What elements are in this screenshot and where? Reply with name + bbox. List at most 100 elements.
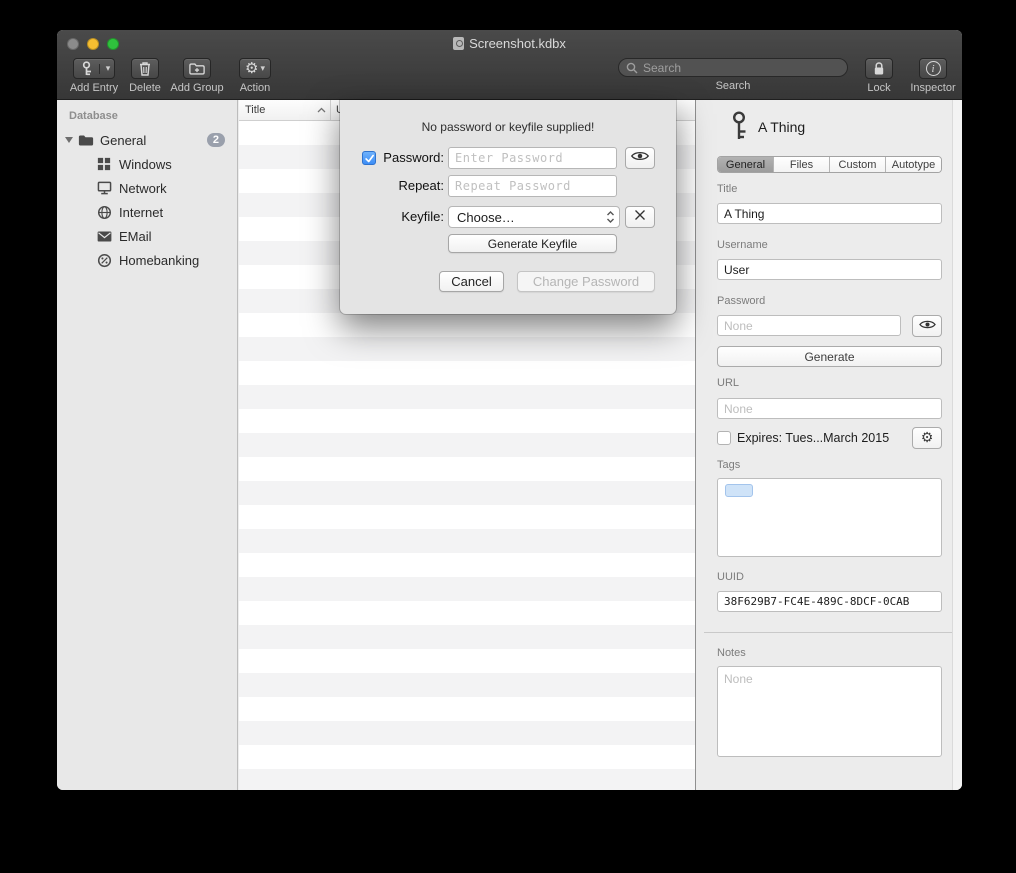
group-label: General <box>100 133 146 148</box>
toolbar-item-add-group: Add Group <box>167 58 227 94</box>
tab-general[interactable]: General <box>718 157 773 172</box>
inspector-label: Inspector <box>910 82 955 94</box>
eye-icon <box>631 149 649 167</box>
sidebar-item-network[interactable]: Network <box>57 176 237 200</box>
uuid-field-label: UUID <box>717 571 744 583</box>
add-entry-dropdown[interactable]: ▾ <box>99 64 115 74</box>
toolbar-item-action: ⚙ ▾ Action <box>231 58 279 94</box>
cancel-button[interactable]: Cancel <box>439 271 504 292</box>
tags-box[interactable] <box>717 478 942 557</box>
inspector-panel: A Thing General Files Custom Autotype Ti… <box>695 100 962 790</box>
action-label: Action <box>240 82 271 94</box>
gear-icon: ⚙ <box>245 61 258 76</box>
coin-icon <box>97 252 113 268</box>
show-password-button[interactable] <box>912 315 942 337</box>
sidebar-item-general[interactable]: General 2 <box>57 128 237 152</box>
toolbar-item-lock: Lock <box>857 58 901 94</box>
close-button[interactable] <box>67 38 79 50</box>
column-header-title[interactable]: Title <box>239 104 330 116</box>
tags-label: Tags <box>717 459 740 471</box>
search-label: Search <box>716 80 751 92</box>
close-icon <box>634 208 646 226</box>
keyfile-value: Choose… <box>457 210 515 225</box>
toolbar-item-delete: Delete <box>125 58 165 94</box>
enter-password-input[interactable] <box>448 147 617 169</box>
lock-icon <box>872 61 886 76</box>
envelope-icon <box>97 228 113 244</box>
password-enabled-checkbox[interactable] <box>362 151 376 165</box>
sidebar-header: Database <box>69 110 237 122</box>
chevron-down-icon: ▾ <box>106 64 111 74</box>
sidebar-item-homebanking[interactable]: Homebanking <box>57 248 237 272</box>
add-entry-button[interactable]: ▾ <box>73 58 116 79</box>
minimize-button[interactable] <box>87 38 99 50</box>
title-field-label: Title <box>717 183 737 195</box>
tag-chip[interactable] <box>725 484 753 497</box>
toolbar-item-add-entry: ▾ Add Entry <box>65 58 123 94</box>
app-window: Screenshot.kdbx ▾ Add Entry Delete <box>57 30 962 790</box>
inspector-tabs: General Files Custom Autotype <box>717 156 942 173</box>
tab-autotype[interactable]: Autotype <box>885 157 941 172</box>
toolbar-item-search: Search <box>615 58 851 92</box>
show-password-button[interactable] <box>625 147 655 169</box>
group-label: Internet <box>119 205 163 220</box>
entry-title: A Thing <box>758 119 805 135</box>
password-label: Password: <box>376 147 444 169</box>
generate-password-button[interactable]: Generate <box>717 346 942 367</box>
window-title: Screenshot.kdbx <box>453 30 566 57</box>
clear-keyfile-button[interactable] <box>625 206 655 228</box>
group-label: Windows <box>119 157 172 172</box>
check-icon <box>364 153 375 164</box>
search-input[interactable] <box>618 58 848 77</box>
delete-button[interactable] <box>131 58 159 79</box>
expires-label: Expires: Tues...March 2015 <box>737 431 889 445</box>
action-button[interactable]: ⚙ ▾ <box>239 58 271 79</box>
inspector-scrollbar[interactable] <box>952 100 962 790</box>
eye-icon <box>919 317 936 335</box>
document-icon <box>453 37 464 50</box>
gear-icon: ⚙ <box>921 431 934 445</box>
dialog-message: No password or keyfile supplied! <box>340 120 676 134</box>
folder-plus-icon <box>189 62 205 76</box>
password-field-label: Password <box>717 295 765 307</box>
sort-ascending-icon <box>317 104 326 116</box>
folder-icon <box>78 132 94 148</box>
url-field[interactable] <box>717 398 942 419</box>
divider <box>704 632 954 633</box>
username-field[interactable] <box>717 259 942 280</box>
title-field[interactable] <box>717 203 942 224</box>
sidebar-item-internet[interactable]: Internet <box>57 200 237 224</box>
generate-keyfile-button[interactable]: Generate Keyfile <box>448 234 617 253</box>
username-field-label: Username <box>717 239 768 251</box>
inspector-button[interactable]: i <box>919 58 947 79</box>
repeat-password-input[interactable] <box>448 175 617 197</box>
disclosure-triangle-icon[interactable] <box>65 137 73 143</box>
monitor-icon <box>97 180 113 196</box>
uuid-field[interactable] <box>717 591 942 612</box>
keyfile-dropdown[interactable]: Choose… <box>448 206 620 228</box>
change-password-button[interactable]: Change Password <box>517 271 655 292</box>
tab-files[interactable]: Files <box>773 157 829 172</box>
tab-custom[interactable]: Custom <box>829 157 885 172</box>
trash-icon <box>138 61 152 76</box>
expires-settings-button[interactable]: ⚙ <box>912 427 942 449</box>
add-group-button[interactable] <box>183 58 211 79</box>
password-field[interactable] <box>717 315 901 336</box>
expires-row: Expires: Tues...March 2015 <box>717 431 889 445</box>
search-icon <box>626 62 638 77</box>
zoom-button[interactable] <box>107 38 119 50</box>
add-group-label: Add Group <box>170 82 223 94</box>
titlebar[interactable]: Screenshot.kdbx <box>57 30 962 57</box>
sidebar-item-windows[interactable]: Windows <box>57 152 237 176</box>
sidebar: Database General 2 Windows Network <box>57 100 238 790</box>
notes-field[interactable] <box>717 666 942 757</box>
repeat-label: Repeat: <box>340 175 444 197</box>
grid-icon <box>97 156 113 172</box>
stepper-icon <box>606 210 615 224</box>
notes-field-label: Notes <box>717 647 746 659</box>
lock-label: Lock <box>867 82 890 94</box>
lock-button[interactable] <box>865 58 893 79</box>
expires-checkbox[interactable] <box>717 431 731 445</box>
keyfile-label: Keyfile: <box>340 206 444 228</box>
sidebar-item-email[interactable]: EMail <box>57 224 237 248</box>
